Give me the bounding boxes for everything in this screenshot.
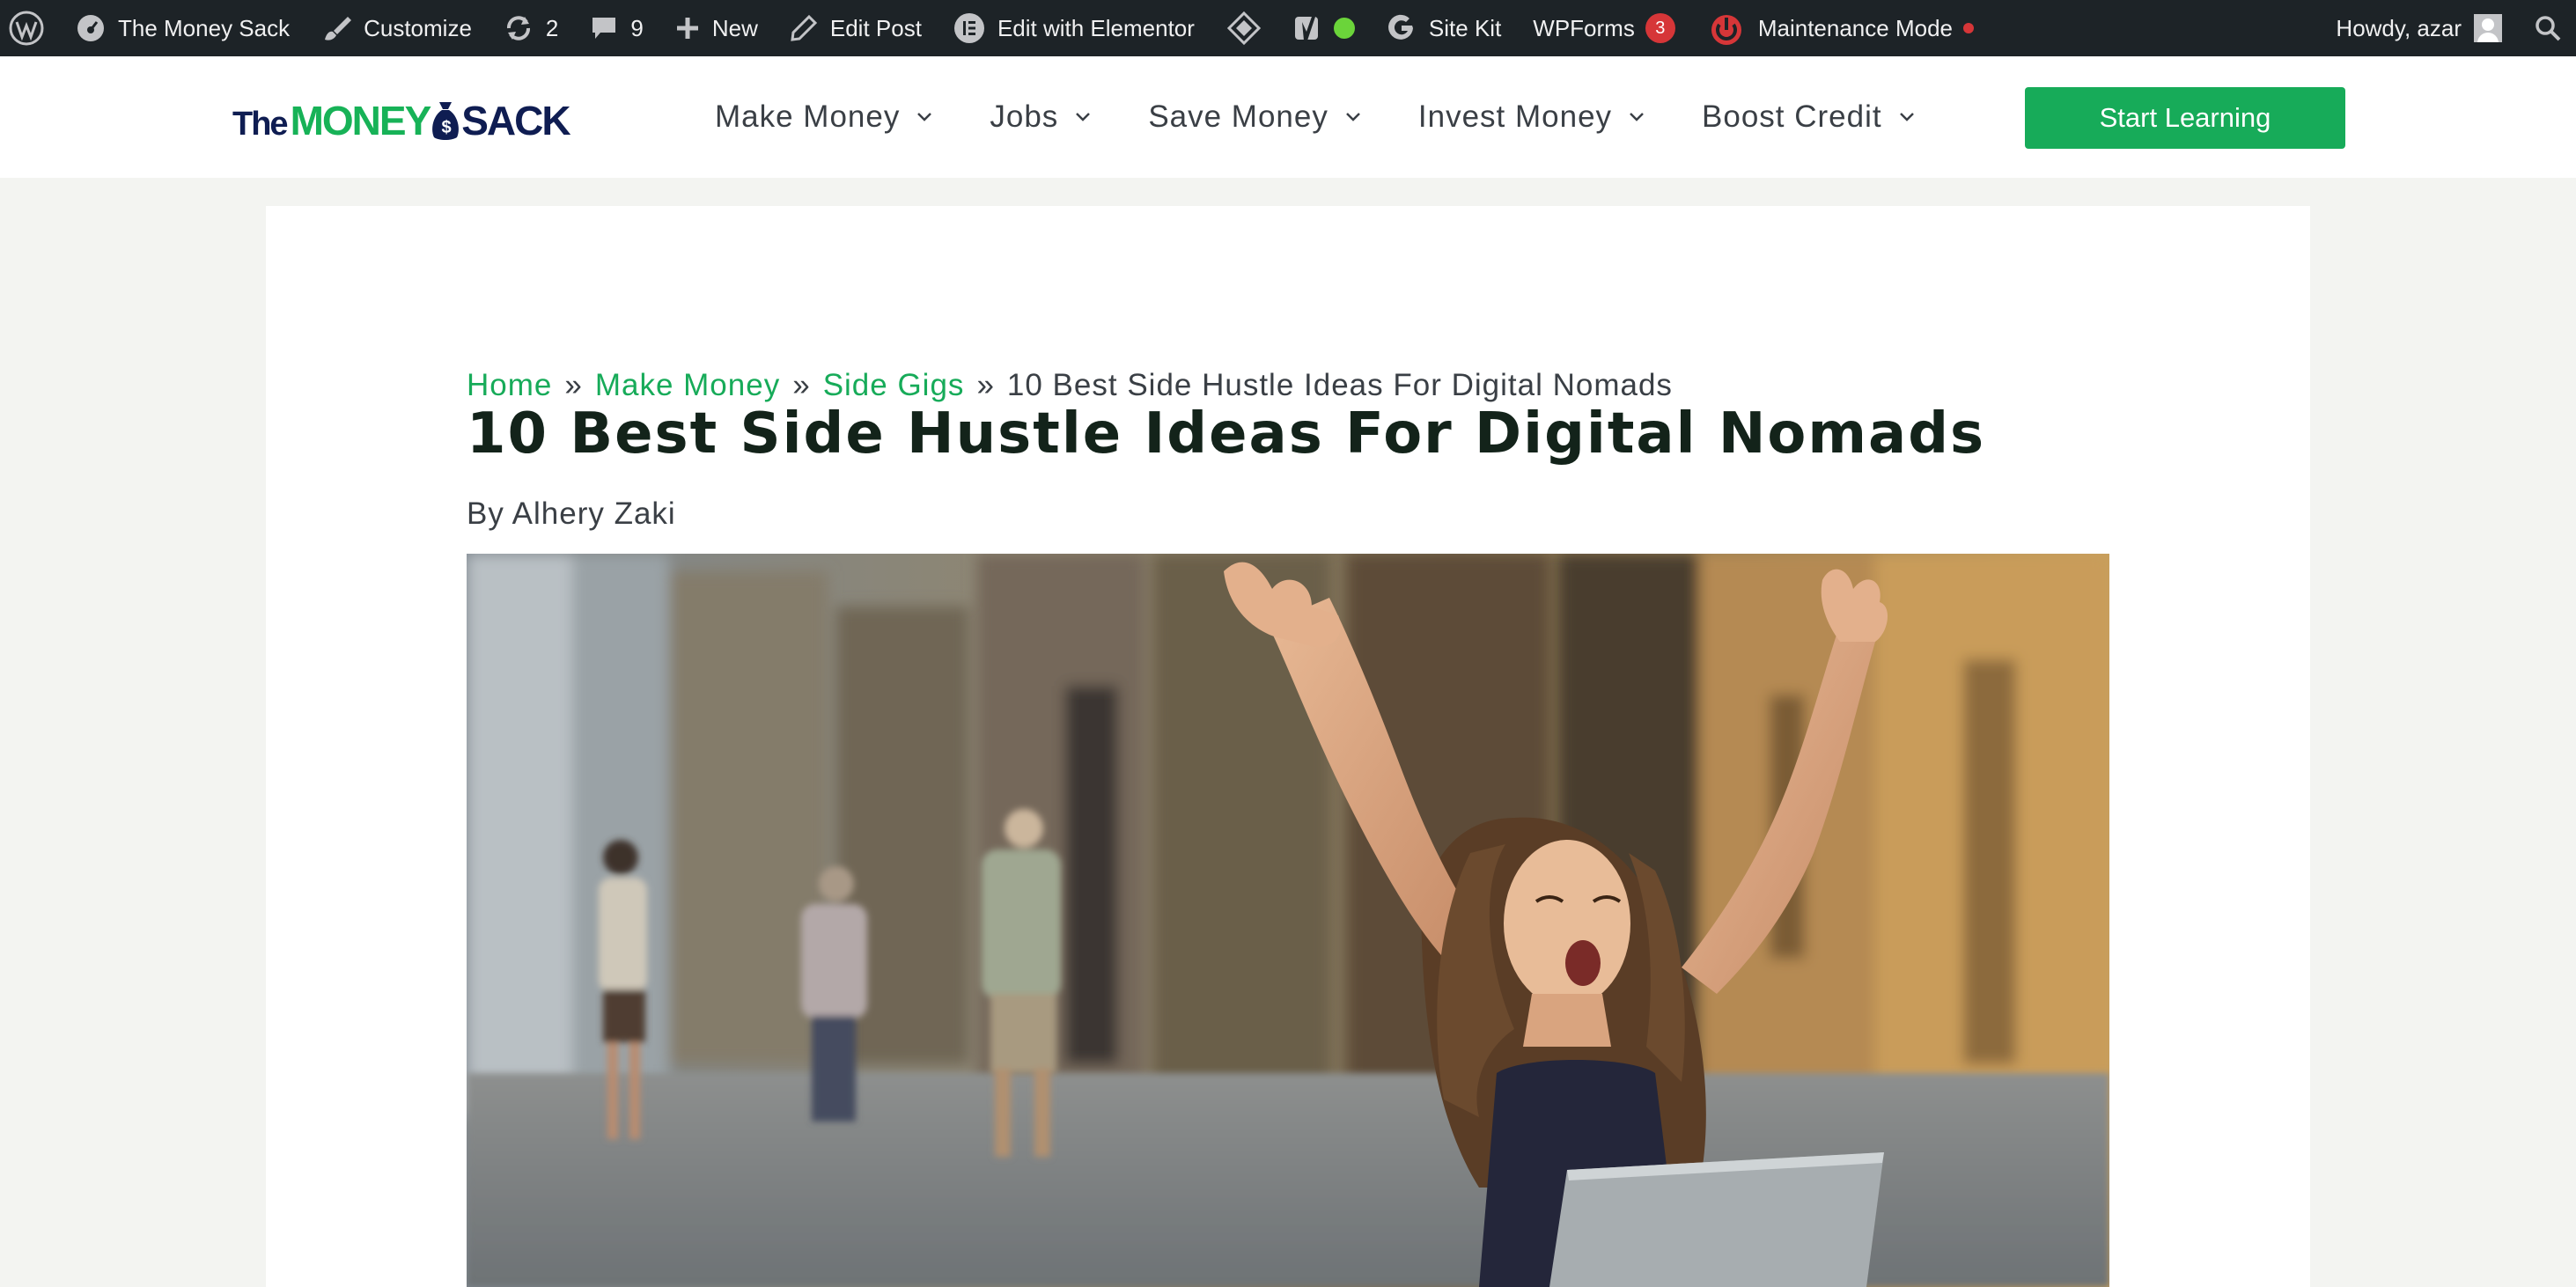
plus-icon <box>676 18 698 39</box>
chevron-down-icon <box>1899 113 1914 121</box>
seo-status-indicator <box>1328 0 1371 56</box>
nav-item-label: Save Money <box>1148 99 1328 134</box>
customize-link[interactable]: Customize <box>305 0 488 56</box>
nav-item-boost-credit[interactable]: Boost Credit <box>1674 56 1944 178</box>
nav-item-label: Jobs <box>990 99 1059 134</box>
logo-text-sack: SACK <box>461 98 570 143</box>
edit-elementor-label: Edit with Elementor <box>997 14 1195 41</box>
new-content-menu[interactable]: New <box>659 0 774 56</box>
site-kit-menu[interactable]: Site Kit <box>1371 0 1517 56</box>
breadcrumb-current: 10 Best Side Hustle Ideas For Digital No… <box>1006 368 1673 402</box>
admin-bar-secondary: Howdy, azar <box>2320 0 2576 56</box>
nav-item-invest-money[interactable]: Invest Money <box>1390 56 1674 178</box>
updates-link[interactable]: 2 <box>488 0 574 56</box>
chevron-down-icon <box>1630 113 1644 121</box>
yoast-seo-menu[interactable] <box>1277 0 1328 56</box>
breadcrumb-separator: » <box>792 368 811 402</box>
nav-item-label: Make Money <box>715 99 901 134</box>
wpforms-menu[interactable]: WPForms 3 <box>1517 0 1691 56</box>
chevron-down-icon <box>1345 113 1360 121</box>
edit-post-label: Edit Post <box>829 14 922 41</box>
comments-link[interactable]: 9 <box>574 0 659 56</box>
elementor-icon <box>953 13 984 43</box>
pencil-icon <box>791 14 817 41</box>
site-header: The MONEY $ SACK Make Money Jobs Save Mo… <box>0 56 2576 178</box>
wpforms-count-badge: 3 <box>1645 13 1675 43</box>
site-name-menu[interactable]: The Money Sack <box>60 0 305 56</box>
updates-icon <box>506 16 530 40</box>
maintenance-label: Maintenance Mode <box>1757 14 1953 41</box>
search-icon <box>2536 16 2561 41</box>
admin-search-button[interactable] <box>2518 0 2576 56</box>
logo-text-the: The <box>232 106 289 143</box>
start-learning-button[interactable]: Start Learning <box>2025 87 2345 149</box>
breadcrumb-separator: » <box>976 368 995 402</box>
wpforms-label: WPForms <box>1533 14 1635 41</box>
maintenance-power-icon <box>1711 15 1741 45</box>
breadcrumb: Home » Make Money » Side Gigs » 10 Best Side H… <box>467 368 1673 403</box>
google-icon <box>1387 14 1413 40</box>
updates-count: 2 <box>545 14 559 41</box>
nav-item-label: Invest Money <box>1417 99 1613 134</box>
breadcrumb-side-gigs-link[interactable]: Side Gigs <box>823 368 965 402</box>
logo-text-money: MONEY <box>290 98 432 143</box>
page-title: 10 Best Side Hustle Ideas For Digital No… <box>467 401 1986 467</box>
howdy-label: Howdy, azar <box>2336 14 2462 41</box>
nav-item-jobs[interactable]: Jobs <box>961 56 1120 178</box>
wp-logo-menu[interactable] <box>0 0 60 56</box>
comment-icon <box>592 18 616 39</box>
chevron-down-icon <box>1076 113 1091 121</box>
edit-elementor-link[interactable]: Edit with Elementor <box>938 0 1211 56</box>
nav-item-save-money[interactable]: Save Money <box>1120 56 1390 178</box>
my-account-menu[interactable]: Howdy, azar <box>2320 0 2518 56</box>
money-bag-icon: $ <box>432 102 460 140</box>
site-kit-label: Site Kit <box>1428 14 1502 41</box>
breadcrumb-home-link[interactable]: Home <box>467 368 552 402</box>
breadcrumb-separator: » <box>564 368 583 402</box>
nav-item-label: Boost Credit <box>1702 99 1882 134</box>
wordpress-icon <box>9 11 44 46</box>
site-name-label: The Money Sack <box>118 14 291 41</box>
maintenance-mode-toggle[interactable]: Maintenance Mode <box>1691 0 1990 56</box>
maintenance-status-dot <box>1962 23 1974 33</box>
diamond-icon <box>1226 11 1262 46</box>
edit-post-link[interactable]: Edit Post <box>774 0 938 56</box>
chevron-down-icon <box>917 113 932 121</box>
customize-label: Customize <box>364 14 472 41</box>
breadcrumb-make-money-link[interactable]: Make Money <box>595 368 780 402</box>
wp-admin-bar: The Money Sack Customize 2 9 New Edit Po… <box>0 0 2576 56</box>
nav-item-make-money[interactable]: Make Money <box>687 56 961 178</box>
site-logo[interactable]: The MONEY $ SACK <box>232 93 571 143</box>
dashboard-icon <box>77 15 104 41</box>
primary-navigation: Make Money Jobs Save Money Invest Money … <box>687 56 1944 178</box>
status-dot-icon <box>1333 18 1355 39</box>
post-author-byline[interactable]: By Alhery Zaki <box>467 496 676 532</box>
featured-image <box>467 554 2109 1287</box>
avatar <box>2474 14 2502 42</box>
yoast-icon <box>1294 14 1318 40</box>
comments-count: 9 <box>630 14 644 41</box>
new-label: New <box>711 14 758 41</box>
diamond-plugin-link[interactable] <box>1211 0 1277 56</box>
brush-icon <box>325 17 352 40</box>
